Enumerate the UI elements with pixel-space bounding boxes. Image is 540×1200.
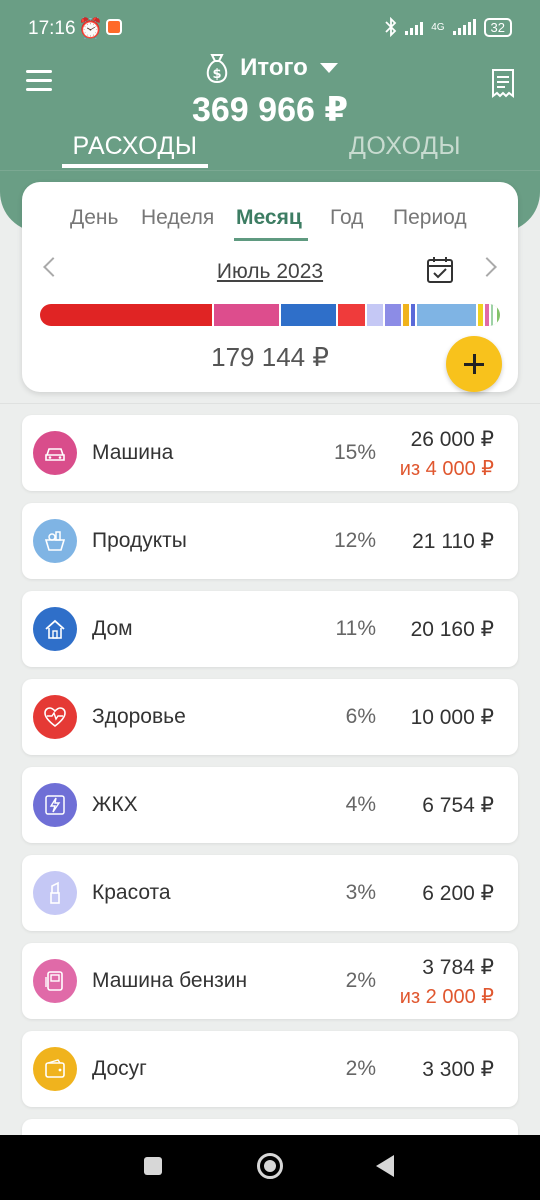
category-icon (33, 431, 77, 475)
svg-text:$: $ (213, 67, 222, 82)
bar-segment (477, 304, 485, 326)
category-icon (33, 871, 77, 915)
system-nav-bar (0, 1135, 540, 1200)
utility-bolt-icon (45, 795, 65, 815)
status-bar: 17:16 ⏰ 4G 32 (0, 0, 540, 54)
category-row[interactable]: Продукты 12% 21 110 ₽ (22, 503, 518, 579)
bar-segment (484, 304, 492, 326)
bar-segment (402, 304, 411, 326)
period-tab-week[interactable]: Неделя (141, 206, 214, 230)
recents-icon[interactable] (144, 1157, 162, 1175)
category-amount: 3 784 ₽ (422, 956, 494, 979)
category-name: Красота (92, 881, 171, 904)
period-tabs: День Неделя Месяц Год Период (22, 206, 518, 242)
category-budget: из 4 000 ₽ (399, 458, 494, 480)
signal-bars-icon-2 (452, 19, 476, 35)
category-percent: 4% (345, 793, 376, 816)
category-amount: 20 160 ₽ (410, 618, 494, 641)
category-name: Здоровье (92, 705, 186, 728)
period-total: 179 144 ₽ (211, 342, 329, 372)
category-name: Машина (92, 441, 174, 464)
period-tab-month[interactable]: Месяц (236, 206, 302, 230)
category-percent: 2% (345, 969, 376, 992)
category-row[interactable]: Здоровье 6% 10 000 ₽ (22, 679, 518, 755)
bluetooth-icon (385, 17, 397, 37)
category-row[interactable]: Досуг 2% 3 300 ₽ (22, 1031, 518, 1107)
alarm-icon: ⏰ (78, 18, 103, 40)
category-amount: 26 000 ₽ (410, 428, 494, 451)
bar-segment (338, 304, 367, 326)
category-row[interactable]: Красота 3% 6 200 ₽ (22, 855, 518, 931)
category-icon (33, 607, 77, 651)
active-tab-indicator (62, 164, 208, 168)
status-right: 4G 32 (385, 17, 512, 37)
calendar-check-icon[interactable] (426, 256, 454, 284)
app-notification-icon (106, 19, 122, 35)
grand-total: 369 966 ₽ (191, 91, 348, 129)
category-row[interactable]: Машина бензин 2% 3 784 ₽ из 2 000 ₽ (22, 943, 518, 1019)
period-tab-custom[interactable]: Период (393, 206, 467, 230)
status-time: 17:16 (28, 18, 76, 39)
bar-segment (417, 304, 478, 326)
category-percent: 11% (335, 617, 376, 640)
account-selector[interactable]: $ Итого (0, 52, 540, 84)
bar-segment (281, 304, 339, 326)
summary-card: День Неделя Месяц Год Период Июль 2023 1… (22, 182, 518, 392)
category-amount: 6 200 ₽ (422, 882, 494, 905)
category-name: Досуг (92, 1057, 147, 1080)
period-tab-day[interactable]: День (70, 206, 118, 230)
heart-pulse-icon (44, 707, 66, 728)
category-amount: 10 000 ₽ (410, 706, 494, 729)
account-title: Итого (240, 54, 308, 81)
category-row[interactable]: ЖКХ 4% 6 754 ₽ (22, 767, 518, 843)
network-type: 4G (431, 21, 445, 33)
category-icon (33, 959, 77, 1003)
category-row[interactable]: Дом 11% 20 160 ₽ (22, 591, 518, 667)
home-icon[interactable] (257, 1153, 283, 1179)
signal-bars-icon (405, 19, 424, 35)
category-icon (33, 519, 77, 563)
bar-segment (410, 304, 418, 326)
bar-segment (214, 304, 282, 326)
period-tab-indicator (234, 238, 308, 241)
category-percent: 2% (345, 1057, 376, 1080)
add-expense-button[interactable] (446, 336, 502, 392)
lipstick-icon (50, 881, 60, 904)
category-amount: 3 300 ₽ (422, 1058, 494, 1081)
category-share-bar (40, 304, 500, 326)
list-divider (0, 403, 540, 404)
category-row[interactable]: Машина 15% 26 000 ₽ из 4 000 ₽ (22, 415, 518, 491)
category-percent: 12% (333, 529, 376, 552)
category-icon (33, 1047, 77, 1091)
bar-segment (384, 304, 403, 326)
category-percent: 15% (333, 441, 376, 464)
wallet-icon (45, 1059, 65, 1078)
category-percent: 3% (345, 881, 376, 904)
category-amount: 21 110 ₽ (412, 530, 494, 553)
fuel-icon (45, 971, 63, 991)
period-tab-year[interactable]: Год (330, 206, 363, 230)
chevron-down-icon (319, 63, 338, 73)
tab-income[interactable]: ДОХОДЫ (330, 132, 480, 161)
bar-segment (366, 304, 385, 326)
category-name: Продукты (92, 529, 187, 552)
bar-segment (497, 304, 500, 326)
category-budget: из 2 000 ₽ (399, 986, 494, 1008)
house-icon (45, 619, 65, 639)
back-icon[interactable] (376, 1155, 394, 1177)
category-icon (33, 783, 77, 827)
category-name: ЖКХ (92, 793, 138, 816)
grocery-basket-icon (44, 531, 66, 551)
bar-segment (40, 304, 215, 326)
category-name: Дом (92, 617, 133, 640)
battery-indicator: 32 (483, 17, 512, 37)
header-divider (0, 170, 540, 171)
category-name: Машина бензин (92, 969, 248, 992)
category-icon (33, 695, 77, 739)
category-percent: 6% (345, 705, 376, 728)
tab-expenses[interactable]: РАСХОДЫ (62, 132, 208, 161)
car-icon (45, 448, 65, 461)
category-amount: 6 754 ₽ (422, 794, 494, 817)
money-bag-icon: $ (206, 54, 228, 84)
